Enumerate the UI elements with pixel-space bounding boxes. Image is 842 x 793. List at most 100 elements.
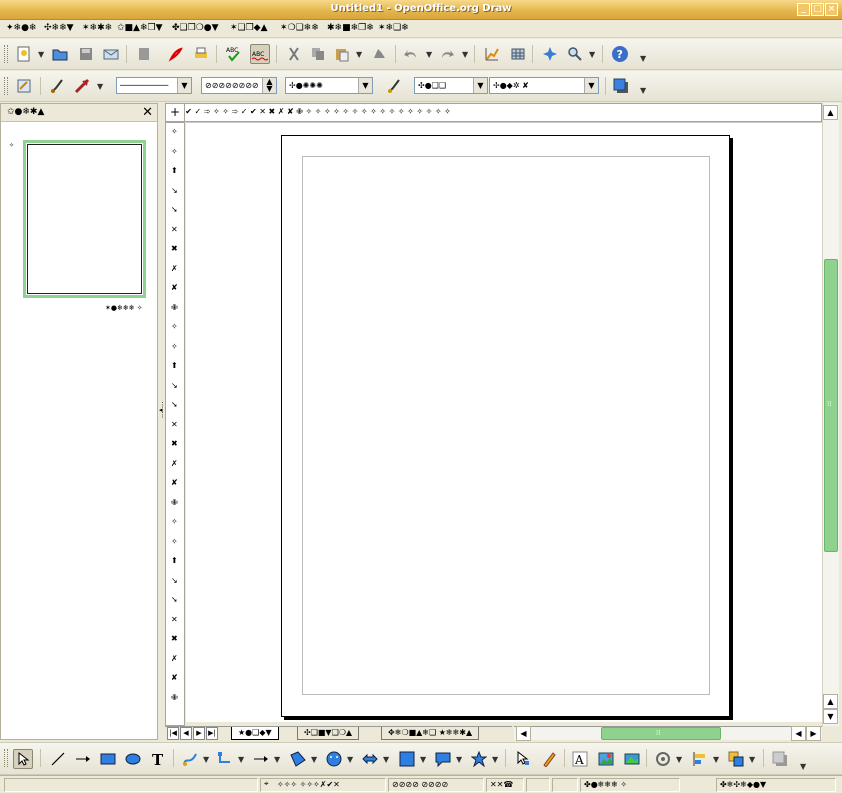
text-icon[interactable]: T xyxy=(148,749,168,769)
menu-insert[interactable]: ✩■▲❄❒▼ xyxy=(117,23,163,33)
email-icon[interactable] xyxy=(101,44,121,64)
align-dropdown-icon[interactable]: ▼ xyxy=(713,755,719,764)
menu-view[interactable]: ✶❄✱❄ xyxy=(82,23,112,33)
menu-format[interactable]: ✤❑❒❍●▼ xyxy=(172,23,219,33)
close-icon[interactable]: ✕ xyxy=(142,105,153,120)
line-icon[interactable] xyxy=(47,76,67,96)
line-width-field[interactable]: ⊘⊘⊘⊘⊘⊘⊘⊘ ▲ ▼ xyxy=(201,77,277,94)
arrow-style-dropdown-icon[interactable]: ▼ xyxy=(97,82,103,91)
autospell-icon[interactable]: ABC xyxy=(250,44,270,64)
callouts-icon[interactable] xyxy=(433,749,453,769)
redo-dropdown-icon[interactable]: ▼ xyxy=(462,50,468,59)
area-style-select[interactable]: ✣●❑❑ ▼ xyxy=(414,77,488,94)
panel-splitter[interactable]: ⋮ ◂ ⋮ xyxy=(158,103,166,740)
vertical-scroll-thumb[interactable]: ⁞⁞ xyxy=(824,259,838,552)
layer-tab-controls[interactable]: ✣❑■▼❑❍▲ xyxy=(297,727,360,740)
drawing-page[interactable] xyxy=(281,135,730,717)
status-insert-mode[interactable] xyxy=(526,778,550,792)
basic-shapes-dropdown-icon[interactable]: ▼ xyxy=(311,755,317,764)
toolbar-overflow-icon[interactable]: ▼ xyxy=(640,86,646,95)
shadow-icon[interactable] xyxy=(770,749,790,769)
area-icon[interactable] xyxy=(384,76,404,96)
toolbar-overflow-icon[interactable]: ▼ xyxy=(800,762,806,771)
close-button[interactable]: × xyxy=(825,3,838,16)
table-icon[interactable] xyxy=(508,44,528,64)
layer-tab-layout[interactable]: ★●❑◆▼ xyxy=(231,727,279,740)
edit-file-icon[interactable] xyxy=(134,44,154,64)
first-tab-icon[interactable]: |◀ xyxy=(167,727,179,740)
help-icon[interactable]: ? xyxy=(610,44,630,64)
slide-thumbnail[interactable] xyxy=(23,140,146,298)
flowchart-dropdown-icon[interactable]: ▼ xyxy=(420,755,426,764)
shadow-icon[interactable] xyxy=(611,76,631,96)
chevron-down-icon[interactable]: ▼ xyxy=(177,78,191,93)
toolbar-grip[interactable] xyxy=(4,45,8,63)
menu-window[interactable]: ✱❄■❄❒❄ xyxy=(327,23,374,33)
horizontal-scrollbar[interactable]: ◀ ⁞⁞ ◀ ▶ xyxy=(514,726,822,741)
horizontal-scroll-thumb[interactable]: ⁞⁞ xyxy=(601,727,721,740)
arrange-dropdown-icon[interactable]: ▼ xyxy=(749,755,755,764)
from-file-icon[interactable] xyxy=(596,749,616,769)
save-icon[interactable] xyxy=(76,44,96,64)
toolbar-grip[interactable] xyxy=(4,749,8,767)
vertical-scrollbar[interactable]: ▲ ⁞⁞ ▲ ▼ xyxy=(822,103,839,726)
scroll-left-icon[interactable]: ◀ xyxy=(791,726,806,741)
pdf-icon[interactable] xyxy=(166,44,186,64)
fontwork-icon[interactable]: A xyxy=(570,749,590,769)
spellcheck-icon[interactable]: ABC xyxy=(224,44,244,64)
connector-icon[interactable] xyxy=(215,749,235,769)
paste-dropdown-icon[interactable]: ▼ xyxy=(356,50,362,59)
status-selection-mode[interactable] xyxy=(552,778,578,792)
styles-icon[interactable] xyxy=(14,76,34,96)
menu-help[interactable]: ✶❄❑❄ xyxy=(378,23,409,33)
open-icon[interactable] xyxy=(50,44,70,64)
symbol-shapes-icon[interactable] xyxy=(324,749,344,769)
clone-format-icon[interactable] xyxy=(369,44,389,64)
symbol-shapes-dropdown-icon[interactable]: ▼ xyxy=(347,755,353,764)
zoom-icon[interactable] xyxy=(565,44,585,64)
arrow-style-icon[interactable] xyxy=(72,76,92,96)
line-color-select[interactable]: ✢●✺✺✺ ▼ xyxy=(285,77,373,94)
basic-shapes-icon[interactable] xyxy=(288,749,308,769)
scroll-down-icon[interactable]: ▼ xyxy=(823,709,838,724)
rotate-dropdown-icon[interactable]: ▼ xyxy=(676,755,682,764)
lines-arrows-icon[interactable] xyxy=(251,749,271,769)
block-arrows-dropdown-icon[interactable]: ▼ xyxy=(383,755,389,764)
stars-dropdown-icon[interactable]: ▼ xyxy=(492,755,498,764)
zoom-dropdown-icon[interactable]: ▼ xyxy=(589,50,595,59)
toolbar-overflow-icon[interactable]: ▼ xyxy=(640,54,646,63)
prev-tab-icon[interactable]: ◀ xyxy=(180,727,192,740)
arrange-icon[interactable] xyxy=(726,749,746,769)
maximize-button[interactable]: □ xyxy=(811,3,824,16)
copy-icon[interactable] xyxy=(308,44,328,64)
cut-icon[interactable] xyxy=(284,44,304,64)
navigator-icon[interactable] xyxy=(540,44,560,64)
menu-file[interactable]: ✦❄●❄ xyxy=(6,23,36,33)
ruler-corner[interactable]: + xyxy=(165,103,185,122)
stars-icon[interactable] xyxy=(469,749,489,769)
last-tab-icon[interactable]: ▶| xyxy=(206,727,218,740)
status-zoom[interactable]: ✕✕☎ xyxy=(486,778,524,792)
arrow-line-icon[interactable] xyxy=(73,749,93,769)
align-icon[interactable] xyxy=(690,749,710,769)
scroll-left-icon[interactable]: ◀ xyxy=(516,726,531,741)
redo-icon[interactable] xyxy=(437,44,457,64)
curve-icon[interactable] xyxy=(180,749,200,769)
new-icon[interactable] xyxy=(14,44,34,64)
callouts-dropdown-icon[interactable]: ▼ xyxy=(456,755,462,764)
undo-dropdown-icon[interactable]: ▼ xyxy=(426,50,432,59)
vertical-ruler[interactable]: ✧ ✧ ⬆ ↘ ➘ ✕ ✖ ✗ ✘ ✙ ✧ ✧ ⬆ ↘ ➘ ✕ ✖ ✗ ✘ ✙ ✧ ✧ ⬆ ↘ ➘ ✕ ✖ ✗ ✘ ✙ xyxy=(165,122,185,726)
chevron-down-icon[interactable]: ▼ xyxy=(473,78,487,93)
block-arrows-icon[interactable] xyxy=(360,749,380,769)
rotate-icon[interactable] xyxy=(653,749,673,769)
undo-icon[interactable] xyxy=(401,44,421,64)
chart-icon[interactable] xyxy=(482,44,502,64)
scroll-up-icon[interactable]: ▲ xyxy=(823,694,838,709)
lines-arrows-dropdown-icon[interactable]: ▼ xyxy=(274,755,280,764)
line-style-select[interactable]: ────────── ▼ xyxy=(116,77,192,94)
layer-tab-dimension-lines[interactable]: ✥❄❍■▲❄❑ ★❄❄✱▲ xyxy=(381,727,480,740)
new-dropdown-icon[interactable]: ▼ xyxy=(38,50,44,59)
points-icon[interactable] xyxy=(513,749,533,769)
chevron-down-icon[interactable]: ▼ xyxy=(358,78,372,93)
horizontal-ruler[interactable]: ✕ ✔ ✓ ➾ ✧ ✧ ➾ ✓ ✔ ✕ ✖ ✗ ✘ ✙ ✧ ✧ ✧ ✧ ✧ ✧ … xyxy=(165,103,822,122)
